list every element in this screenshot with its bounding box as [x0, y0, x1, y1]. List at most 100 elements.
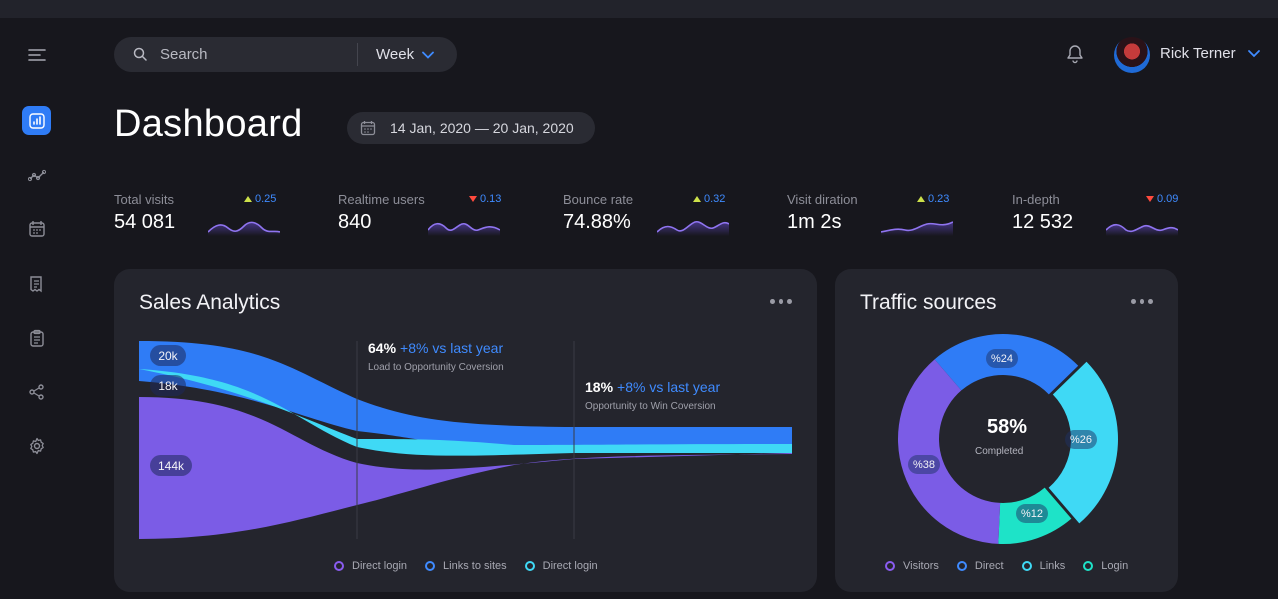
settings-gear-icon[interactable]	[22, 431, 51, 460]
legend-item[interactable]: Links	[1021, 560, 1066, 572]
kpi-bounce-rate: Bounce rate 74.88% 0.32	[563, 192, 743, 242]
legend-item[interactable]: Direct	[956, 560, 1004, 572]
segment-label-visitors: %38	[908, 455, 940, 474]
menu-icon[interactable]	[22, 40, 51, 69]
stage-2-delta: +8% vs last year	[617, 379, 721, 395]
kpi-sparkline	[1106, 223, 1178, 236]
legend-item[interactable]: Links to sites	[425, 560, 507, 572]
kpi-delta: 0.25	[244, 193, 276, 205]
kpi-delta: 0.32	[693, 193, 725, 205]
legend-dot	[1021, 561, 1032, 571]
legend-item[interactable]: Direct login	[334, 560, 407, 572]
flow-label-144k: 144k	[150, 455, 192, 476]
sales-legend: Direct login Links to sites Direct login	[334, 560, 598, 572]
kpi-visit-duration: Visit diration 1m 2s 0.23	[787, 192, 967, 242]
segment-label-direct: %24	[986, 349, 1018, 368]
period-select-value: Week	[376, 46, 415, 63]
legend-dot	[524, 561, 535, 571]
legend-dot	[885, 561, 895, 571]
flow-label-18k: 18k	[150, 375, 186, 396]
kpi-label: In-depth	[1012, 192, 1060, 207]
kpi-in-depth: In-depth 12 532 0.09	[1012, 192, 1192, 242]
calendar-icon[interactable]	[22, 214, 51, 243]
dashboard-bar-chart-icon[interactable]	[22, 106, 51, 135]
search-bar: Week	[114, 37, 457, 72]
flow-band-144k	[139, 397, 792, 539]
sidebar	[0, 18, 74, 599]
legend-label: Visitors	[903, 560, 939, 572]
trend-up-icon	[693, 196, 701, 202]
kpi-sparkline	[657, 220, 729, 236]
kpi-label: Realtime users	[338, 192, 425, 207]
legend-label: Links to sites	[443, 560, 507, 572]
stage-1-description: Load to Opportunity Coversion	[368, 362, 504, 373]
legend-item[interactable]: Direct login	[524, 560, 598, 572]
kpi-value: 74.88%	[563, 211, 631, 233]
page-title: Dashboard	[114, 103, 303, 145]
donut-center-label: Completed	[975, 446, 1024, 457]
sales-analytics-card: Sales Analytics 20k 18k 144k 64% +8% vs l…	[114, 269, 817, 592]
user-name[interactable]: Rick Terner	[1160, 45, 1236, 62]
stage-1-percent: 64% +8% vs last year	[368, 340, 503, 356]
search-icon	[133, 47, 147, 61]
legend-label: Direct	[974, 560, 1004, 572]
trend-up-icon	[917, 196, 925, 202]
flow-label-20k: 20k	[150, 345, 186, 366]
stage-1-delta: +8% vs last year	[400, 340, 504, 356]
kpi-delta-value: 0.13	[480, 193, 502, 205]
kpi-delta-value: 0.09	[1157, 193, 1179, 205]
legend-label: Links	[1039, 560, 1066, 572]
legend-dot	[1083, 561, 1094, 571]
segment-label-links: %26	[1065, 430, 1097, 449]
kpi-delta-value: 0.32	[704, 193, 726, 205]
kpi-value: 12 532	[1012, 211, 1074, 233]
kpi-total-visits: Total visits 54 081 0.25	[114, 192, 294, 242]
kpi-value: 54 081	[114, 211, 176, 233]
stage-1-pct: 64%	[368, 340, 397, 356]
stage-2-pct: 18%	[585, 379, 614, 395]
legend-item[interactable]: Login	[1083, 560, 1128, 572]
kpi-label: Total visits	[114, 192, 174, 207]
kpi-sparkline	[881, 221, 953, 236]
chevron-down-icon	[422, 51, 434, 59]
clipboard-icon[interactable]	[22, 323, 51, 352]
legend-label: Direct login	[352, 560, 408, 572]
kpi-delta: 0.13	[469, 193, 501, 205]
kpi-delta: 0.23	[917, 193, 949, 205]
notification-bell-icon[interactable]	[1066, 44, 1084, 64]
window-top-bar	[0, 0, 1278, 18]
kpi-delta: 0.09	[1146, 193, 1178, 205]
kpi-delta-value: 0.23	[928, 193, 950, 205]
legend-item[interactable]: Visitors	[885, 560, 939, 572]
stage-2-description: Opportunity to Win Coversion	[585, 401, 716, 412]
trend-up-icon	[244, 196, 252, 202]
date-range-picker[interactable]: 14 Jan, 2020 — 20 Jan, 2020	[347, 112, 595, 144]
user-menu-chevron-down-icon[interactable]	[1247, 49, 1261, 59]
kpi-realtime-users: Realtime users 840 0.13	[338, 192, 518, 242]
traffic-sources-card: Traffic sources 58% Completed %24 %26 %1…	[835, 269, 1178, 592]
search-input[interactable]	[160, 37, 350, 72]
receipt-icon[interactable]	[22, 269, 51, 298]
kpi-delta-value: 0.25	[255, 193, 277, 205]
kpi-label: Bounce rate	[563, 192, 634, 207]
kpi-value: 840	[338, 211, 372, 233]
trend-down-icon	[1146, 196, 1154, 202]
kpi-sparkline	[428, 222, 500, 236]
legend-label: Login	[1101, 560, 1129, 572]
avatar[interactable]	[1114, 37, 1150, 73]
analytics-line-icon[interactable]	[22, 160, 51, 189]
search-divider	[357, 43, 358, 66]
kpi-label: Visit diration	[787, 192, 858, 207]
period-select[interactable]: Week	[376, 37, 434, 72]
legend-label: Direct login	[542, 560, 598, 572]
sales-flow-chart	[139, 341, 792, 539]
date-range-text: 14 Jan, 2020 — 20 Jan, 2020	[390, 120, 574, 136]
traffic-legend: Visitors Direct Links Login	[885, 560, 1128, 572]
legend-dot	[334, 561, 344, 571]
legend-dot	[956, 561, 967, 571]
kpi-value: 1m 2s	[787, 211, 842, 233]
calendar-icon	[360, 121, 376, 136]
donut-center-value: 58%	[987, 416, 1028, 438]
share-icon[interactable]	[22, 377, 51, 406]
trend-down-icon	[469, 196, 477, 202]
